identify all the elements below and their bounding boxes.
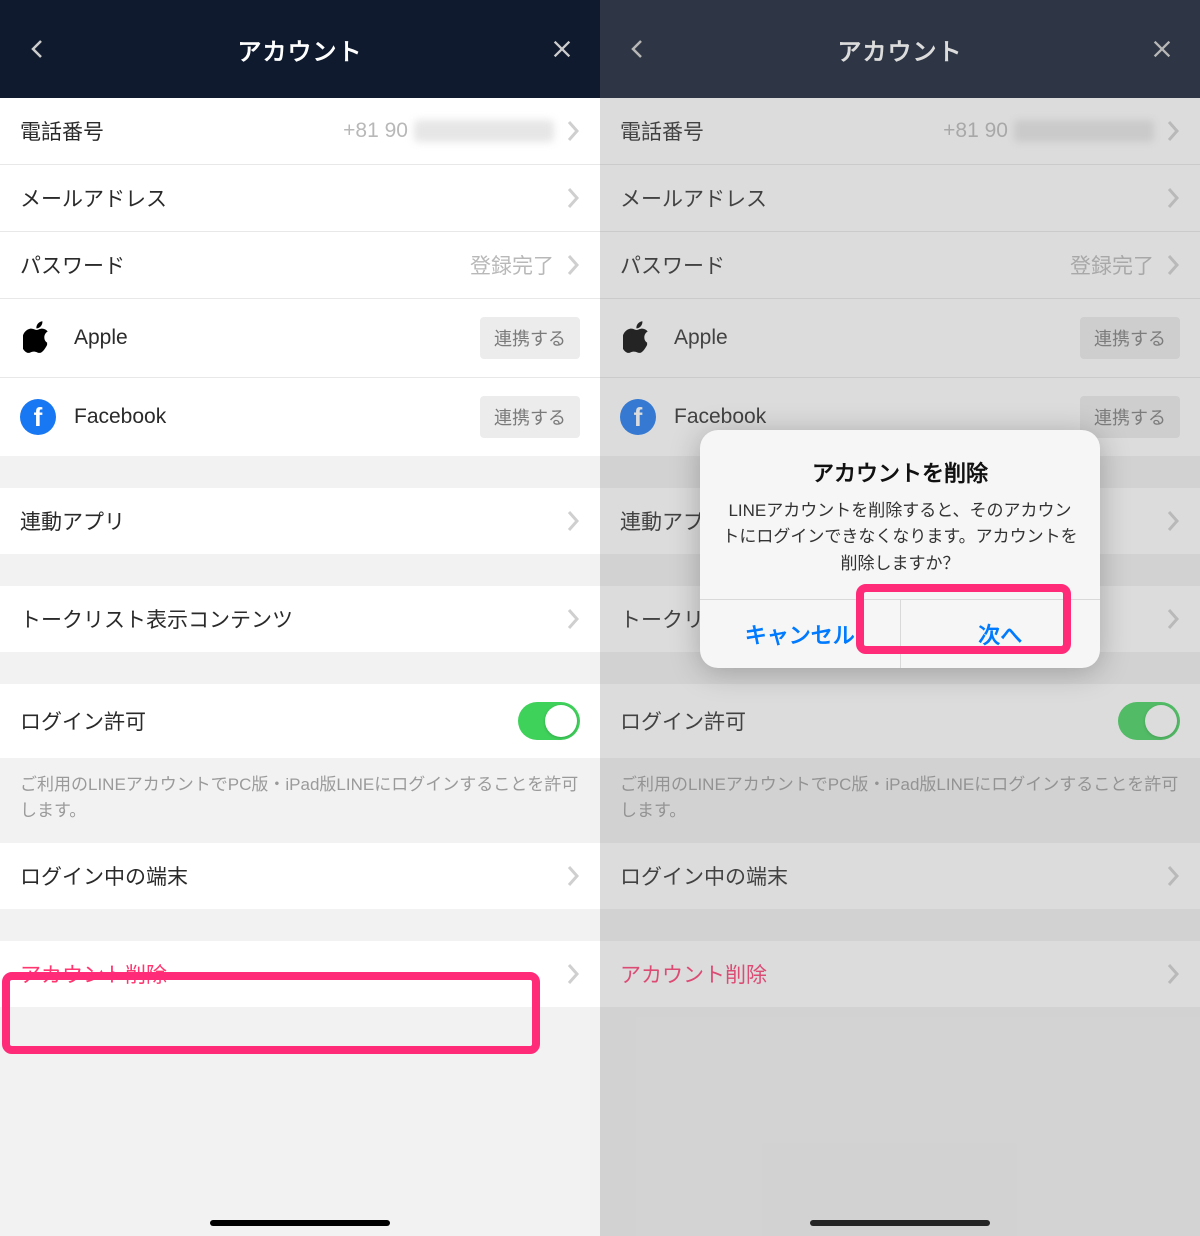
row-delete-account[interactable]: アカウント削除 — [0, 941, 600, 1007]
chevron-right-icon — [1166, 253, 1180, 277]
row-value: +81 90 — [343, 119, 554, 143]
row-facebook: f Facebook 連携する — [0, 378, 600, 456]
chevron-right-icon — [1166, 509, 1180, 533]
facebook-icon: f — [620, 399, 656, 435]
close-icon[interactable] — [542, 29, 582, 69]
screen-right: アカウント 電話番号 +81 90 メールアドレス パスワード 登録完 — [600, 0, 1200, 1236]
row-label: パスワード — [20, 250, 125, 280]
close-icon[interactable] — [1142, 29, 1182, 69]
alert-title: アカウントを削除 — [720, 456, 1080, 488]
row-login-allow: ログイン許可 — [0, 684, 600, 758]
row-label: 電話番号 — [620, 116, 704, 146]
chevron-right-icon — [566, 186, 580, 210]
row-label: 連動アプリ — [20, 506, 125, 536]
row-label: トークリスト表示コンテンツ — [20, 604, 293, 634]
home-indicator — [210, 1220, 390, 1226]
chevron-right-icon — [1166, 186, 1180, 210]
chevron-right-icon — [1166, 119, 1180, 143]
row-phone[interactable]: 電話番号 +81 90 — [0, 98, 600, 165]
chevron-right-icon — [566, 509, 580, 533]
home-indicator — [810, 1220, 990, 1226]
row-label: メールアドレス — [20, 183, 167, 213]
header: アカウント — [600, 0, 1200, 98]
chevron-right-icon — [1166, 962, 1180, 986]
login-allow-footnote: ご利用のLINEアカウントでPC版・iPad版LINEにログインすることを許可し… — [0, 758, 600, 843]
row-label: ログイン中の端末 — [20, 861, 188, 891]
row-label: ログイン許可 — [620, 706, 746, 736]
chevron-right-icon — [1166, 607, 1180, 631]
row-talklist[interactable]: トークリスト表示コンテンツ — [0, 586, 600, 652]
row-phone[interactable]: 電話番号 +81 90 — [600, 98, 1200, 165]
link-button-apple[interactable]: 連携する — [1080, 317, 1180, 359]
row-login-allow: ログイン許可 — [600, 684, 1200, 758]
chevron-right-icon — [566, 607, 580, 631]
row-email[interactable]: メールアドレス — [600, 165, 1200, 232]
row-delete-account[interactable]: アカウント削除 — [600, 941, 1200, 1007]
row-label: メールアドレス — [620, 183, 767, 213]
row-label: アカウント削除 — [20, 959, 167, 989]
facebook-icon: f — [20, 399, 56, 435]
page-title: アカウント — [58, 32, 542, 67]
chevron-right-icon — [566, 962, 580, 986]
link-button-facebook[interactable]: 連携する — [1080, 396, 1180, 438]
screen-left: アカウント 電話番号 +81 90 メールアドレス パスワード 登録完 — [0, 0, 600, 1236]
alert-cancel-button[interactable]: キャンセル — [700, 600, 900, 668]
row-apple: Apple 連携する — [0, 299, 600, 378]
row-value: 登録完了 — [470, 250, 554, 280]
header: アカウント — [0, 0, 600, 98]
row-logged-in-devices[interactable]: ログイン中の端末 — [0, 843, 600, 909]
row-label: 電話番号 — [20, 116, 104, 146]
page-title: アカウント — [658, 32, 1142, 67]
chevron-right-icon — [566, 119, 580, 143]
row-value: 登録完了 — [1070, 250, 1154, 280]
chevron-right-icon — [566, 864, 580, 888]
row-logged-in-devices[interactable]: ログイン中の端末 — [600, 843, 1200, 909]
alert-message: LINEアカウントを削除すると、そのアカウントにログインできなくなります。アカウ… — [720, 498, 1080, 577]
row-password[interactable]: パスワード 登録完了 — [0, 232, 600, 299]
link-button-facebook[interactable]: 連携する — [480, 396, 580, 438]
row-email[interactable]: メールアドレス — [0, 165, 600, 232]
login-allow-toggle[interactable] — [1118, 702, 1180, 740]
back-icon[interactable] — [18, 29, 58, 69]
link-button-apple[interactable]: 連携する — [480, 317, 580, 359]
alert-delete-account: アカウントを削除 LINEアカウントを削除すると、そのアカウントにログインできな… — [700, 430, 1100, 668]
row-label: アカウント削除 — [620, 959, 767, 989]
apple-icon — [20, 320, 56, 356]
login-allow-toggle[interactable] — [518, 702, 580, 740]
row-apple: Apple 連携する — [600, 299, 1200, 378]
chevron-right-icon — [1166, 864, 1180, 888]
row-value: +81 90 — [943, 119, 1154, 143]
row-label: Facebook — [74, 405, 166, 429]
row-label: ログイン中の端末 — [620, 861, 788, 891]
row-linked-apps[interactable]: 連動アプリ — [0, 488, 600, 554]
row-label: パスワード — [620, 250, 725, 280]
row-label: Facebook — [674, 405, 766, 429]
apple-icon — [620, 320, 656, 356]
chevron-right-icon — [566, 253, 580, 277]
login-allow-footnote: ご利用のLINEアカウントでPC版・iPad版LINEにログインすることを許可し… — [600, 758, 1200, 843]
row-password[interactable]: パスワード 登録完了 — [600, 232, 1200, 299]
row-label: Apple — [674, 326, 728, 350]
row-label: Apple — [74, 326, 128, 350]
alert-next-button[interactable]: 次へ — [900, 600, 1101, 668]
back-icon[interactable] — [618, 29, 658, 69]
row-label: ログイン許可 — [20, 706, 146, 736]
